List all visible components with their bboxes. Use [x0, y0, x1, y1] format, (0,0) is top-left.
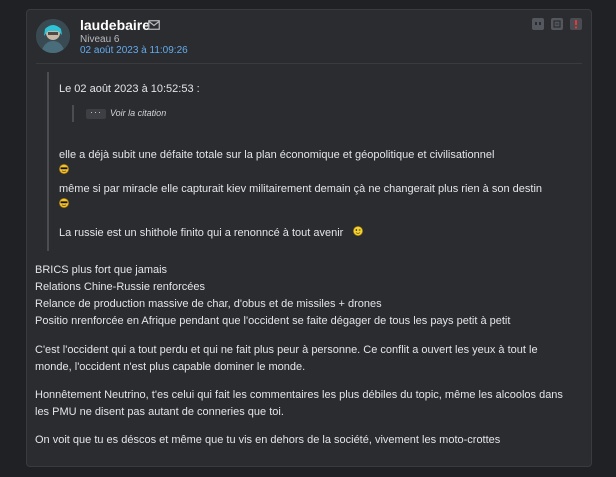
body-line: BRICS plus fort que jamais: [35, 264, 168, 276]
author-name[interactable]: laudebaire: [80, 17, 150, 33]
sunglasses-smiley-icon: [59, 164, 69, 174]
sunglasses-smiley-icon: [59, 198, 69, 208]
forum-post: laudebaire Niveau 6 02 août 2023 à 11:09…: [26, 9, 592, 467]
expand-quote-button[interactable]: ···: [86, 108, 106, 119]
body-line: Relance de production massive de char, d…: [35, 298, 382, 310]
quote-line-3: La russie est un shithole finito qui a r…: [59, 227, 344, 239]
reply-icon: [553, 20, 561, 28]
avatar[interactable]: [36, 19, 70, 53]
body-line: Honnêtement Neutrino, t'es celui qui fai…: [35, 389, 563, 401]
body-line: Positio nrenforcée en Afrique pendant qu…: [35, 315, 511, 327]
body-line: C'est l'occident qui a tout perdu et qui…: [35, 344, 538, 356]
quote-line-1: elle a déjà subit une défaite totale sur…: [59, 149, 495, 161]
quote-button[interactable]: [532, 18, 544, 30]
avatar-image: [36, 19, 70, 53]
alert-button[interactable]: [570, 18, 582, 30]
quote-block: Le 02 août 2023 à 10:52:53 : ··· Voir la…: [47, 72, 572, 251]
body-line: Relations Chine-Russie renforcées: [35, 281, 205, 293]
see-quote-link[interactable]: Voir la citation: [110, 108, 166, 118]
quote-line-2: même si par miracle elle capturait kiev …: [59, 183, 543, 195]
post-date-link[interactable]: 02 août 2023 à 11:09:26: [80, 45, 188, 57]
alert-icon: [575, 20, 577, 29]
nested-quote-bar: [72, 105, 74, 122]
envelope-icon[interactable]: [148, 20, 160, 30]
header-divider: [36, 63, 582, 64]
quote-icon: [535, 22, 541, 25]
wink-smiley-icon: [353, 226, 363, 236]
body-line: On voit que tu es déscos et même que tu …: [35, 434, 501, 446]
body-line: les PMU ne disent pas autant de connerie…: [35, 406, 284, 418]
reply-button[interactable]: [551, 18, 563, 30]
quote-header: Le 02 août 2023 à 10:52:53 :: [59, 83, 200, 95]
body-line: monde, l'occident n'est plus capable dom…: [35, 361, 306, 373]
